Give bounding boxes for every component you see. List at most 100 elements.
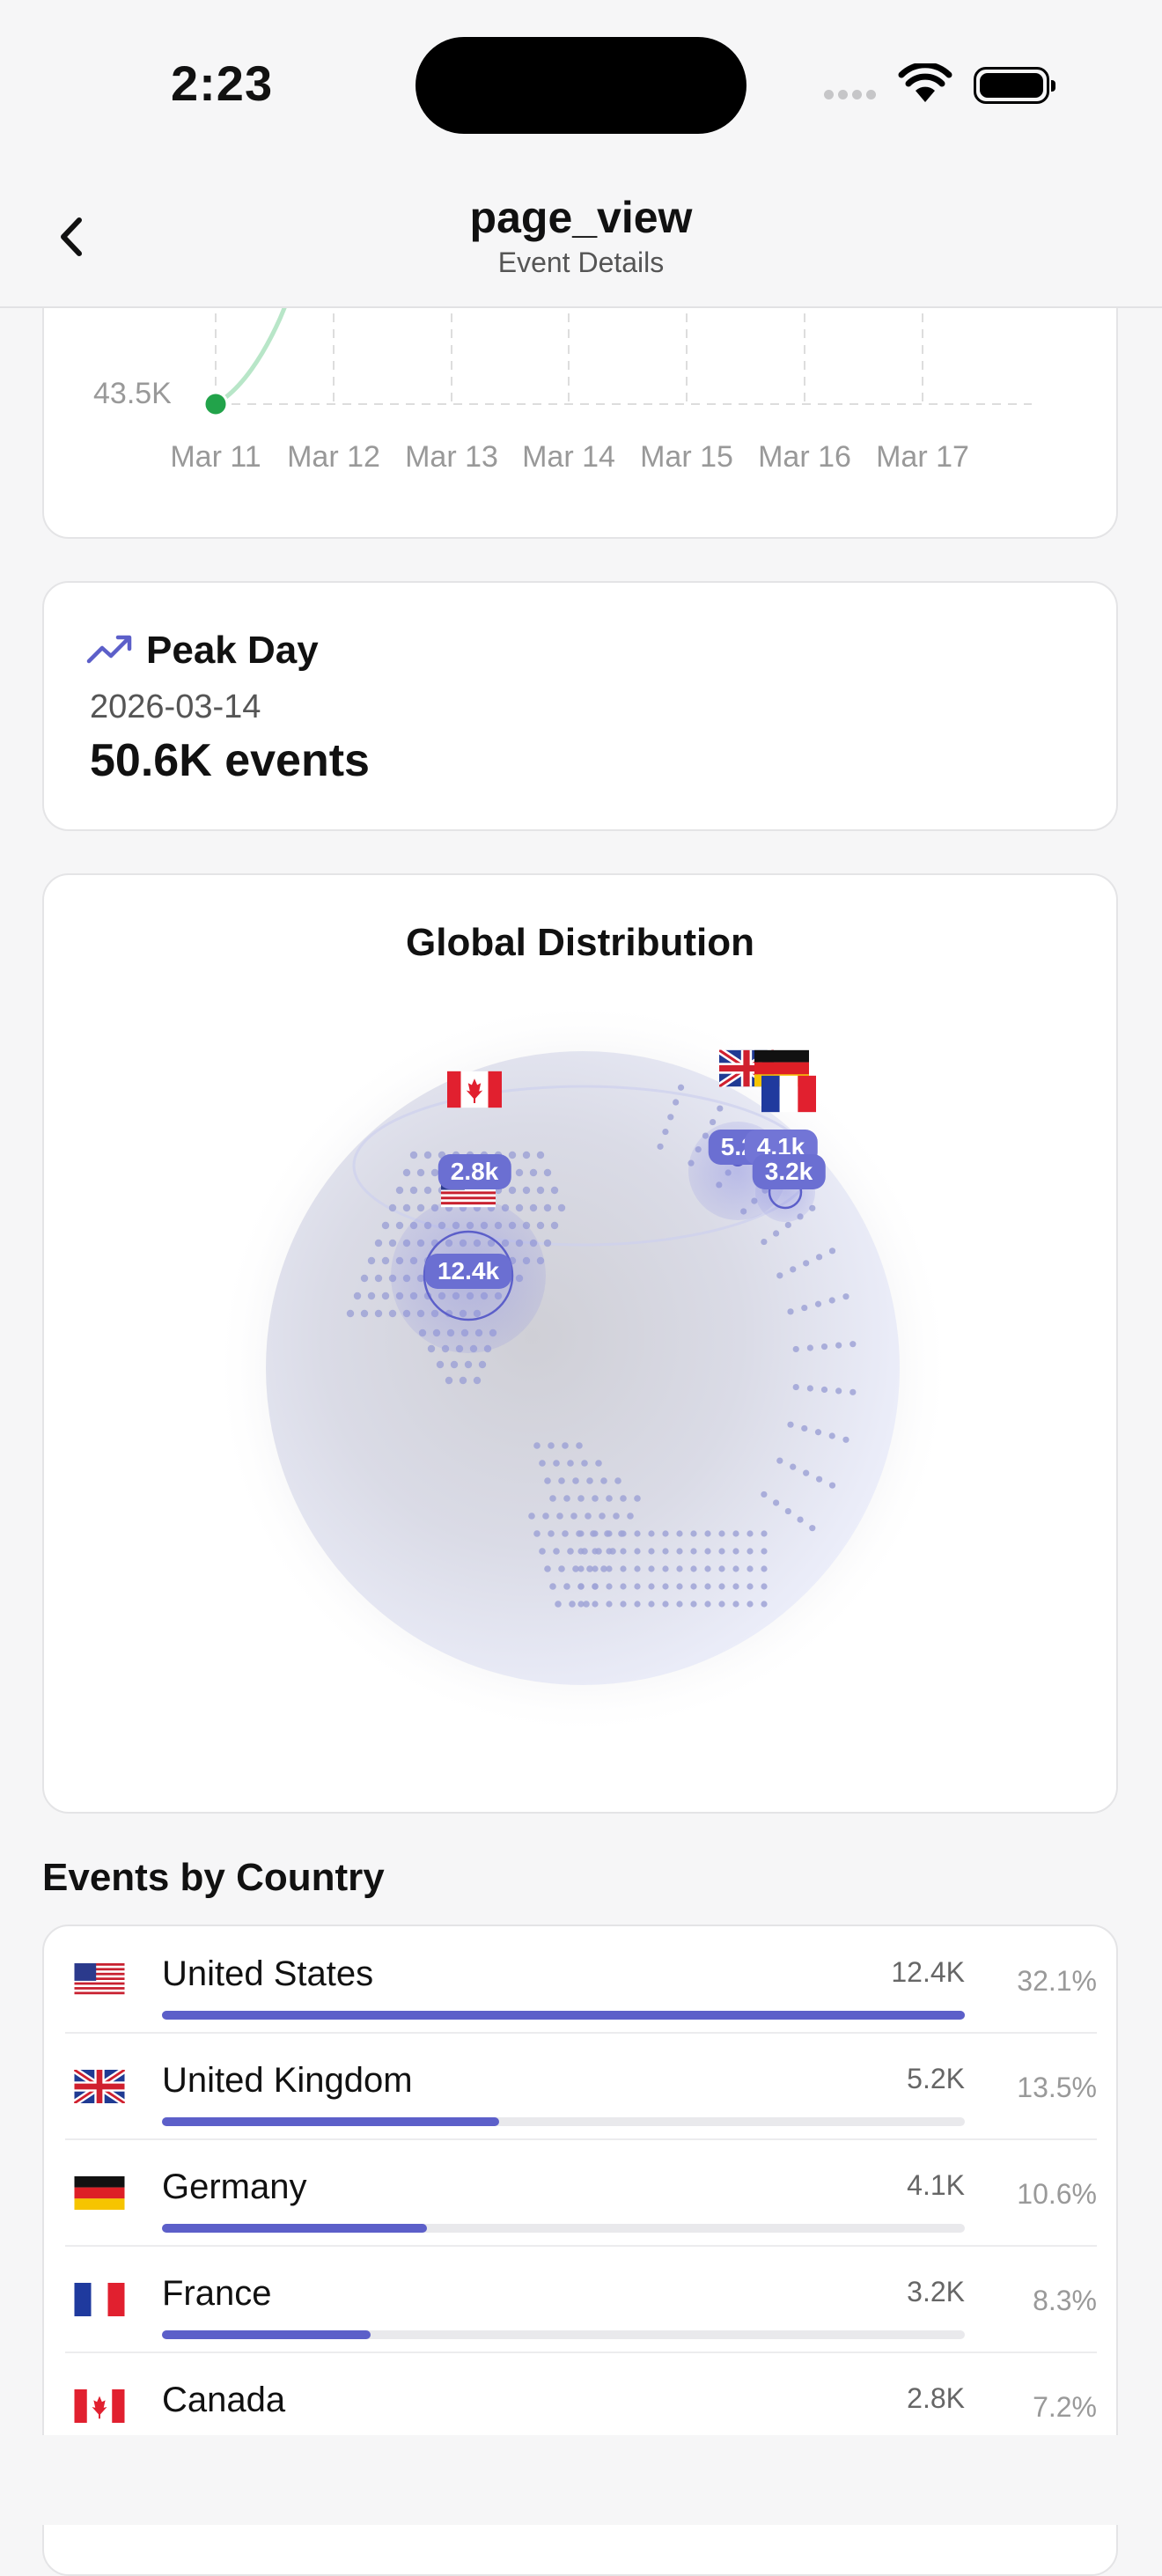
map-dot — [690, 1565, 697, 1572]
map-dot — [558, 1477, 565, 1484]
map-dot — [550, 1221, 559, 1230]
map-dot — [787, 1421, 794, 1428]
map-dot — [773, 1230, 780, 1237]
map-dot — [620, 1583, 627, 1590]
map-dot — [634, 1495, 641, 1502]
map-dot — [718, 1601, 725, 1608]
map-dot — [409, 1151, 418, 1159]
map-dot — [634, 1601, 641, 1608]
country-marker-fr[interactable]: 3.2k — [752, 1154, 826, 1189]
map-dot — [787, 1308, 794, 1315]
map-dot — [536, 1221, 545, 1230]
map-dot — [761, 1238, 768, 1246]
map-dot — [761, 1565, 768, 1572]
flag-ca-icon — [74, 2389, 125, 2427]
x-axis-tick: Mar 16 — [758, 440, 851, 474]
map-dot — [436, 1360, 445, 1369]
map-dot — [835, 1387, 842, 1395]
section-title: Events by Country — [42, 1856, 385, 1899]
map-dot — [614, 1477, 621, 1484]
map-dot — [402, 1168, 411, 1177]
map-dot — [539, 1548, 546, 1555]
peak-day-card: Peak Day 2026-03-14 50.6K events — [42, 581, 1118, 831]
global-distribution-card: Global Distribution 12.4k2.8k5.2k4.1k3.2… — [42, 873, 1118, 1814]
map-dot — [806, 1344, 813, 1351]
map-dot — [577, 1530, 585, 1537]
share-bar-fill — [162, 2011, 965, 2020]
peak-day-date: 2026-03-14 — [90, 688, 261, 725]
map-dot — [569, 1601, 576, 1608]
map-dot — [820, 1386, 828, 1394]
map-dot — [544, 1565, 551, 1572]
country-percent: 32.1% — [1017, 1965, 1097, 1997]
map-dot — [718, 1565, 725, 1572]
map-dot — [388, 1239, 397, 1248]
map-dot — [592, 1548, 599, 1555]
map-dot — [627, 1512, 634, 1520]
map-dot — [828, 1432, 835, 1439]
map-dot — [522, 1151, 531, 1159]
dynamic-island — [416, 37, 746, 134]
share-bar-track — [162, 2224, 965, 2233]
map-dot — [346, 1309, 355, 1318]
map-dot — [592, 1565, 599, 1572]
map-dot — [806, 1385, 813, 1392]
map-dot — [828, 1482, 836, 1489]
map-dot — [704, 1583, 711, 1590]
share-bar-fill — [162, 2224, 427, 2233]
country-percent: 10.6% — [1017, 2178, 1097, 2210]
map-dot — [620, 1601, 627, 1608]
map-dot — [761, 1530, 768, 1537]
wifi-icon — [898, 63, 952, 102]
map-dot — [576, 1442, 583, 1449]
status-time: 2:23 — [171, 55, 274, 111]
map-dot — [797, 1516, 804, 1523]
map-dot — [577, 1565, 585, 1572]
map-dot — [648, 1530, 655, 1537]
map-dot — [620, 1495, 627, 1502]
map-dot — [427, 1344, 436, 1353]
map-dot — [634, 1530, 641, 1537]
map-dot — [423, 1186, 432, 1195]
map-dot — [567, 1548, 574, 1555]
country-row[interactable]: Germany 4.1K 10.6% — [65, 2139, 1097, 2247]
map-dot — [704, 1548, 711, 1555]
map-dot — [792, 1345, 799, 1353]
map-dot — [690, 1530, 697, 1537]
map-dot — [606, 1530, 613, 1537]
country-marker-us[interactable]: 12.4k — [424, 1254, 512, 1289]
map-dot — [718, 1530, 725, 1537]
map-dot — [553, 1548, 560, 1555]
map-dot — [606, 1548, 613, 1555]
map-dot — [676, 1583, 683, 1590]
map-dot — [553, 1460, 560, 1467]
country-row[interactable]: United Kingdom 5.2K 13.5% — [65, 2033, 1097, 2140]
x-axis-tick: Mar 11 — [170, 440, 261, 474]
map-dot — [792, 1383, 799, 1391]
map-dot — [849, 1341, 857, 1348]
map-dot — [555, 1601, 562, 1608]
map-dot — [690, 1601, 697, 1608]
map-dot — [828, 1248, 836, 1255]
map-dot — [828, 1297, 835, 1304]
country-row[interactable]: United States 12.4K 32.1% — [65, 1926, 1097, 2034]
map-dot — [773, 1499, 780, 1506]
map-dot — [662, 1601, 669, 1608]
map-dot — [395, 1186, 404, 1195]
map-dot — [606, 1601, 613, 1608]
map-dot — [746, 1565, 754, 1572]
country-marker-ca[interactable]: 2.8k — [438, 1154, 511, 1189]
flag-de-icon — [74, 2176, 125, 2214]
map-dot — [761, 1548, 768, 1555]
map-dot — [814, 1429, 822, 1436]
map-dot — [508, 1186, 517, 1195]
country-row[interactable]: France 3.2K 8.3% — [65, 2246, 1097, 2353]
navigation-bar: page_view Event Details — [0, 167, 1162, 308]
map-dot — [849, 1388, 857, 1395]
map-dot — [592, 1530, 599, 1537]
country-percent: 8.3% — [1033, 2285, 1097, 2316]
cellular-signal-icon — [824, 88, 880, 104]
map-dot — [543, 1239, 552, 1248]
globe-map[interactable] — [44, 875, 1116, 1812]
x-axis-tick: Mar 17 — [876, 440, 969, 474]
